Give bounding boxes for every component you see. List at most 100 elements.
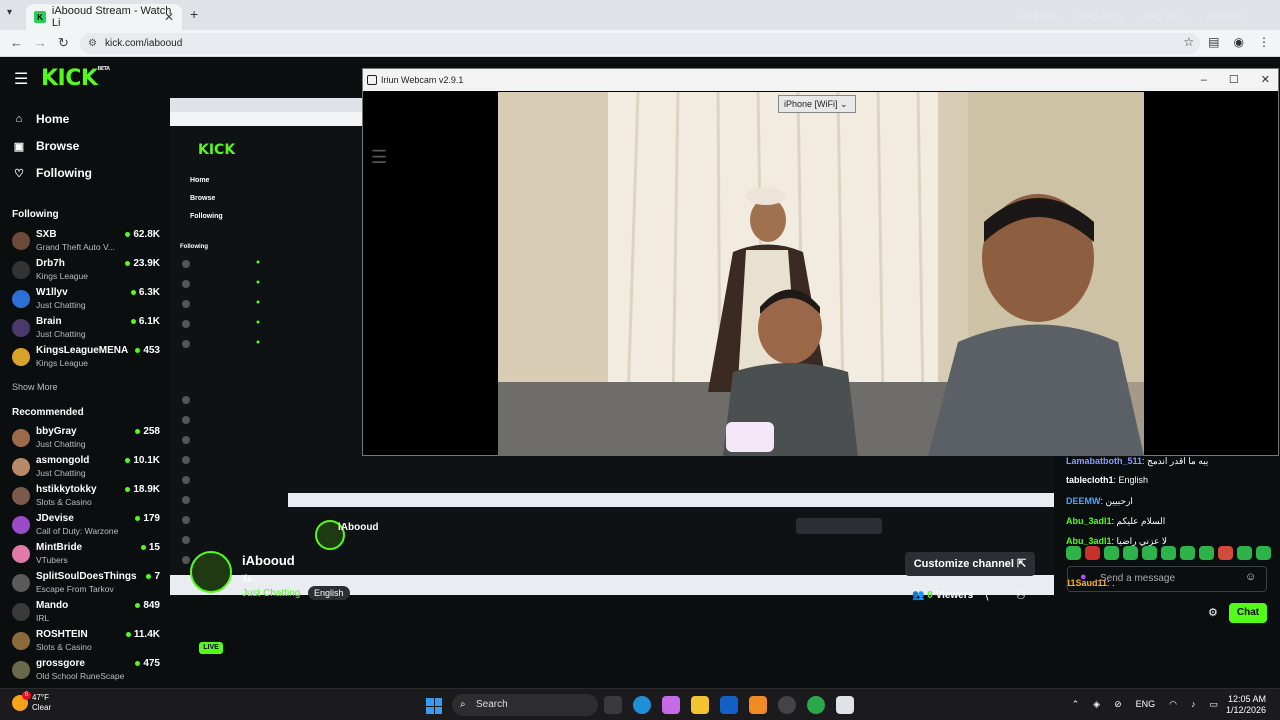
recommended-channel[interactable]: ROSHTEIN Slots & Casino 11.4K <box>12 629 160 657</box>
recommended-channel[interactable]: grossgore Old School RuneScape 475 <box>12 658 160 686</box>
channel-category: Just Chatting <box>36 329 86 339</box>
microphone-icon[interactable]: ● <box>1080 571 1087 583</box>
nav-browse[interactable]: ▣ Browse <box>12 139 80 153</box>
add-person-icon[interactable]: ⚇ <box>1016 589 1026 602</box>
nav-home[interactable]: ⌂ Home <box>12 112 70 126</box>
nav-following[interactable]: ♡ Following <box>12 166 92 180</box>
back-icon[interactable]: ← <box>10 35 23 50</box>
webcam-scene <box>498 92 1144 456</box>
emote-icon[interactable] <box>1085 546 1100 560</box>
share-icon[interactable]: ⟨ <box>985 589 989 602</box>
extensions-icon[interactable]: ▤ <box>1208 35 1219 49</box>
streamer-name[interactable]: iAbooud <box>242 553 295 568</box>
reload-icon[interactable]: ↻ <box>58 35 69 51</box>
emote-icon[interactable] <box>1218 546 1233 560</box>
chrome-icon[interactable] <box>807 696 825 714</box>
recommended-header: Recommended <box>12 407 84 418</box>
following-channel[interactable]: SXB Grand Theft Auto V... 62.8K <box>12 229 160 257</box>
chat-input[interactable]: Send a message <box>1067 566 1267 592</box>
chat-username[interactable]: DEEMW <box>1066 496 1101 506</box>
chat-username[interactable]: Abu_3adl1 <box>1066 516 1112 526</box>
recommended-channel[interactable]: Mando IRL 849 <box>12 600 160 628</box>
customize-channel-button[interactable]: Customize channel ⇱ <box>905 552 1035 576</box>
maximize-icon[interactable]: ☐ <box>1229 69 1239 91</box>
show-more-link[interactable]: Show More <box>12 382 58 392</box>
iriun-taskbar-icon[interactable] <box>836 696 854 714</box>
stream-language-tag[interactable]: English <box>308 586 350 600</box>
channel-name: bbyGray <box>36 426 77 437</box>
taskbar-clock[interactable]: 12:05 AM 1/12/2026 <box>1226 694 1266 716</box>
edge-icon[interactable] <box>633 696 651 714</box>
settings-gear-icon[interactable]: ⚙ <box>1208 606 1218 619</box>
chat-send-button[interactable]: Chat <box>1229 603 1267 623</box>
hamburger-menu-icon[interactable]: ☰ <box>14 69 28 89</box>
recommended-channel[interactable]: asmongold Just Chatting 10.1K <box>12 455 160 483</box>
address-bar: ← → ↻ ⚙ kick.com/iabooud ☆ ▤ ◉ ⋮ <box>0 30 1280 57</box>
following-channel[interactable]: KingsLeagueMENA Kings League 453 <box>12 345 160 373</box>
emote-icon[interactable] <box>1142 546 1157 560</box>
store-icon[interactable] <box>720 696 738 714</box>
viewer-count: 6.1K <box>131 316 160 327</box>
taskbar-search[interactable]: ⌕ Search <box>452 694 598 716</box>
emoji-icon[interactable]: ☺ <box>1245 571 1256 583</box>
tab-menu-icon[interactable]: ▾ <box>7 7 12 18</box>
stream-category[interactable]: Just Chatting <box>242 588 300 599</box>
browser-tab[interactable]: K iAbooud Stream - Watch Li ✕ <box>26 4 182 30</box>
iriun-webcam-window[interactable]: Iriun Webcam v2.9.1 – ☐ ✕ ☰ iPhone [WiFi… <box>362 68 1279 456</box>
tray-app-icon[interactable]: ◈ <box>1093 699 1100 710</box>
profile-icon[interactable]: ◉ <box>1234 35 1244 49</box>
new-tab-button[interactable]: + <box>190 6 198 22</box>
following-channel[interactable]: W1llyv Just Chatting 6.3K <box>12 287 160 315</box>
viewer-count: 7 <box>146 571 160 582</box>
forward-icon[interactable]: → <box>34 35 47 50</box>
emote-icon[interactable] <box>1161 546 1176 560</box>
close-icon[interactable]: ✕ <box>1261 69 1270 91</box>
iriun-menu-icon[interactable]: ☰ <box>371 147 387 168</box>
recommended-channel[interactable]: JDevise Call of Duty: Warzone 179 <box>12 513 160 541</box>
wifi-icon[interactable]: ◠ <box>1169 699 1177 710</box>
battery-icon[interactable]: ▭ <box>1209 699 1218 710</box>
tray-language[interactable]: ENG <box>1136 699 1156 710</box>
copilot-icon[interactable] <box>662 696 680 714</box>
chat-username[interactable]: Lamabatboth_511 <box>1066 456 1142 466</box>
heart-icon: ♡ <box>14 167 24 180</box>
emote-icon[interactable] <box>1237 546 1252 560</box>
emote-icon[interactable] <box>1180 546 1195 560</box>
kick-logo[interactable]: KICKBETA <box>41 66 110 91</box>
bookmark-star-icon[interactable]: ☆ <box>1183 35 1194 49</box>
emote-icon[interactable] <box>1123 546 1138 560</box>
recommended-channel[interactable]: SplitSoulDoesThings Escape From Tarkov 7 <box>12 571 160 599</box>
emote-icon[interactable] <box>1104 546 1119 560</box>
file-explorer-icon[interactable] <box>691 696 709 714</box>
menu-dots-icon[interactable]: ⋮ <box>1258 35 1270 49</box>
emote-icon[interactable] <box>1199 546 1214 560</box>
recommended-channel[interactable]: MintBride VTubers 15 <box>12 542 160 570</box>
task-view-icon[interactable] <box>604 696 622 714</box>
following-channel[interactable]: Brain Just Chatting 6.1K <box>12 316 160 344</box>
iriun-app-icon <box>367 75 377 85</box>
windows-start-button[interactable] <box>426 698 442 714</box>
minimize-icon[interactable]: – <box>1201 69 1207 91</box>
viewer-count: 23.9K <box>125 258 160 269</box>
chat-text: يبه ما اقدر اندمج <box>1147 456 1209 466</box>
volume-icon[interactable]: ♪ <box>1191 699 1196 710</box>
tray-chevron-icon[interactable]: ⌃ <box>1072 699 1080 710</box>
recommended-channel[interactable]: bbyGray Just Chatting 258 <box>12 426 160 454</box>
recommended-channel[interactable]: hstikkytokky Slots & Casino 18.9K <box>12 484 160 512</box>
viewers-label: Viewers <box>935 590 974 601</box>
following-channel[interactable]: Drb7h Kings League 23.9K <box>12 258 160 286</box>
chat-username[interactable]: Abu_3adl1 <box>1066 536 1112 546</box>
site-info-icon[interactable]: ⚙ <box>88 33 97 54</box>
emote-icon[interactable] <box>1066 546 1081 560</box>
app-icon[interactable] <box>749 696 767 714</box>
streamer-avatar[interactable] <box>190 551 232 593</box>
davinci-icon[interactable] <box>778 696 796 714</box>
chat-username[interactable]: tablecloth1 <box>1066 475 1114 485</box>
tab-close-icon[interactable]: ✕ <box>164 10 174 24</box>
weather-widget[interactable]: 6 47°F Clear <box>12 691 51 713</box>
device-select[interactable]: iPhone [WiFi] ⌄ <box>778 95 856 113</box>
tray-mute-icon[interactable]: ⊘ <box>1114 699 1122 710</box>
emote-icon[interactable] <box>1256 546 1271 560</box>
viewer-count: 179 <box>135 513 160 524</box>
url-field[interactable]: ⚙ kick.com/iabooud <box>80 33 1200 54</box>
